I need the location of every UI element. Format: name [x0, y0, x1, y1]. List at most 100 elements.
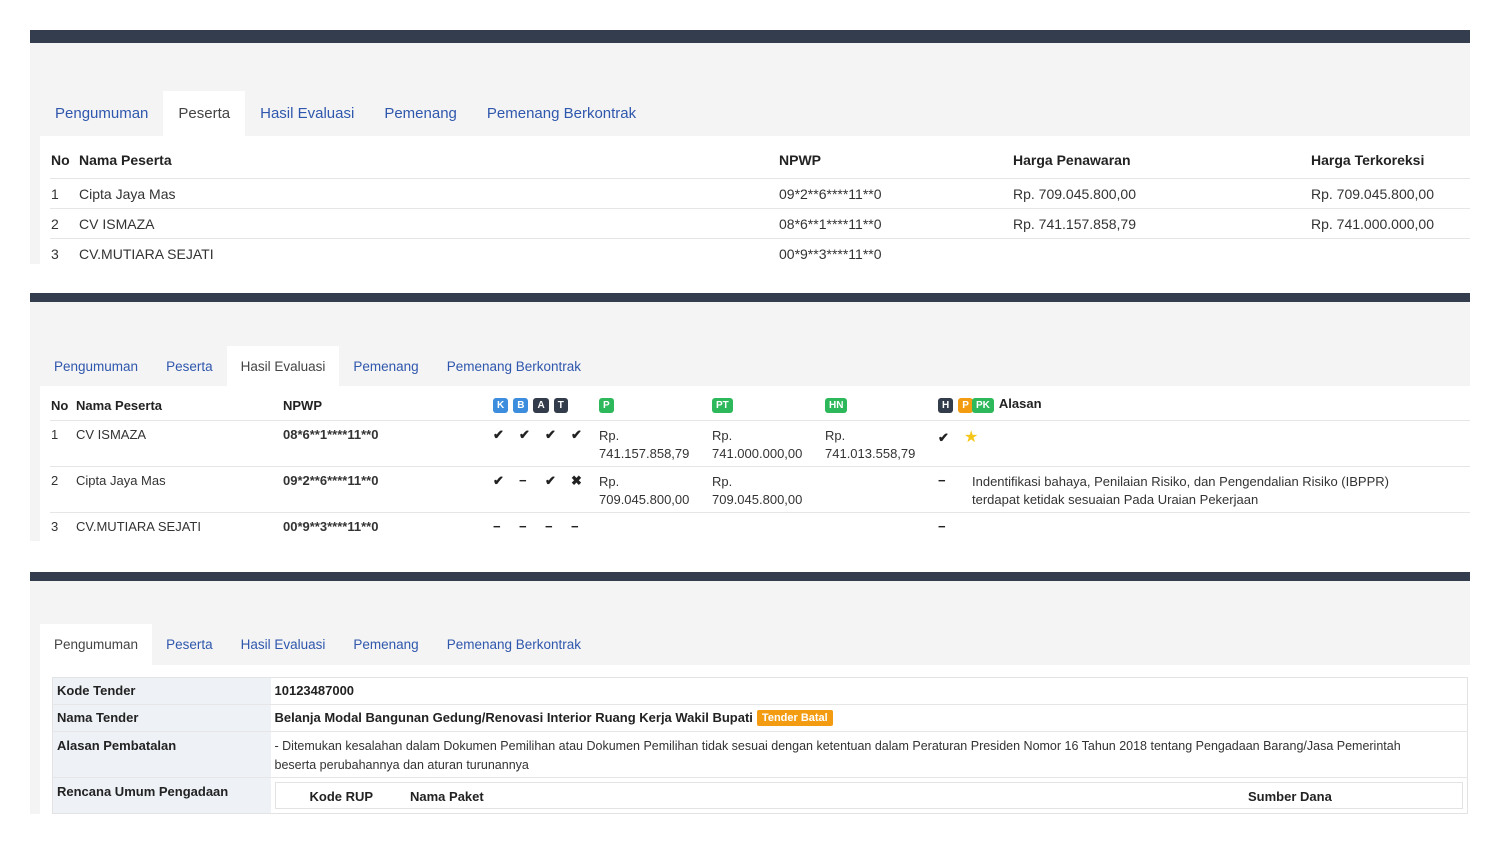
panel-header-bar	[30, 30, 1470, 43]
check-icon: ✔	[938, 429, 949, 445]
tab-pengumuman[interactable]: Pengumuman	[40, 346, 152, 386]
tab-peserta[interactable]: Peserta	[163, 91, 246, 136]
alasan-line: beserta perubahannya dan aturan turunann…	[274, 758, 529, 772]
badge-hn: HN	[825, 398, 848, 413]
col-sumber-dana: Sumber Dana	[1248, 789, 1332, 804]
tab-pemenang-berkontrak[interactable]: Pemenang Berkontrak	[433, 346, 595, 386]
cell-p: Rp. 741.157.858,79	[598, 419, 711, 466]
cell-nama: Cipta Jaya Mas	[78, 177, 778, 208]
cell-no: 2	[50, 207, 78, 238]
tab-pemenang[interactable]: Pemenang	[369, 91, 472, 136]
cell-npwp: 09*2**6****11**0	[778, 177, 1012, 208]
rp-label: Rp.	[712, 427, 733, 443]
col-no: No	[51, 398, 69, 413]
cell-pt: Rp. 741.000.000,00	[711, 419, 824, 466]
check-icon: ✔	[519, 426, 530, 442]
col-harga-penawaran: Harga Penawaran	[1013, 152, 1131, 168]
tab-peserta[interactable]: Peserta	[152, 624, 227, 665]
check-icon: ✔	[545, 426, 556, 442]
cell-npwp: 08*6**1****11**0	[282, 419, 492, 466]
col-nama-peserta: Nama Peserta	[79, 152, 172, 168]
rup-table: Kode RUP Nama Paket Sumber Dana	[274, 782, 1463, 809]
table-row: 2 Cipta Jaya Mas 09*2**6****11**0 ✔ − ✔ ✖ R…	[50, 465, 1470, 512]
cell-penawaran: Rp. 741.157.858,79	[1012, 207, 1310, 238]
cell-nama: CV ISMAZA	[75, 419, 282, 466]
alasan-line: - Ditemukan kesalahan dalam Dokumen Pemi…	[274, 739, 1401, 753]
dash-icon: −	[571, 518, 579, 534]
value-nama-tender: Belanja Modal Bangunan Gedung/Renovasi I…	[270, 704, 1468, 732]
tab-pemenang-berkontrak[interactable]: Pemenang Berkontrak	[433, 624, 595, 665]
panel-pengumuman: Pengumuman Peserta Hasil Evaluasi Pemena…	[30, 572, 1470, 814]
cell-pt	[711, 511, 824, 540]
alasan-text: Indentifikasi bahaya, Penilaian Risiko, …	[972, 473, 1389, 489]
cell-kbat: ✔ − ✔ ✖	[492, 465, 598, 512]
cell-hn: Rp. 741.013.558,79	[824, 419, 937, 466]
cell-kbat: ✔ ✔ ✔ ✔	[492, 419, 598, 466]
rp-value: 709.045.800,00	[712, 491, 803, 507]
cell-p	[598, 511, 711, 540]
table-row: 1 CV ISMAZA 08*6**1****11**0 ✔ ✔ ✔ ✔ Rp. 741…	[50, 419, 1470, 466]
cell-no: 2	[50, 465, 75, 512]
cell-nama: Cipta Jaya Mas	[75, 465, 282, 512]
table-row: 3 CV.MUTIARA SEJATI 00*9**3****11**0	[50, 237, 1470, 268]
cell-npwp: 00*9**3****11**0	[282, 511, 492, 540]
dash-icon: −	[493, 518, 501, 534]
tab-hasil-evaluasi[interactable]: Hasil Evaluasi	[226, 346, 340, 386]
col-alasan: PK Alasan	[971, 394, 1452, 420]
dash-icon: −	[519, 518, 527, 534]
value-alasan-pembatalan: - Ditemukan kesalahan dalam Dokumen Pemi…	[270, 731, 1468, 778]
check-icon: ✔	[493, 426, 504, 442]
tab-peserta[interactable]: Peserta	[152, 346, 227, 386]
tab-bar: Pengumuman Peserta Hasil Evaluasi Pemena…	[40, 624, 595, 665]
cell-npwp: 08*6**1****11**0	[778, 207, 1012, 238]
panel-hasil-evaluasi: Pengumuman Peserta Hasil Evaluasi Pemena…	[30, 293, 1470, 541]
col-npwp: NPWP	[283, 398, 322, 413]
cell-hp: ✔ ★	[937, 419, 989, 466]
cell-no: 1	[50, 177, 78, 208]
cell-penawaran: Rp. 709.045.800,00	[1012, 177, 1310, 208]
cell-no: 3	[50, 237, 78, 268]
tab-hasil-evaluasi[interactable]: Hasil Evaluasi	[227, 624, 340, 665]
rp-value: 741.000.000,00	[712, 445, 803, 461]
cell-nama: CV ISMAZA	[78, 207, 778, 238]
badge-p: P	[599, 398, 614, 413]
badge-b: B	[513, 398, 529, 413]
tab-pemenang[interactable]: Pemenang	[339, 346, 432, 386]
rp-label: Rp.	[599, 473, 620, 489]
cell-alasan	[989, 419, 1470, 466]
tab-pengumuman[interactable]: Pengumuman	[40, 91, 163, 136]
cell-nama: CV.MUTIARA SEJATI	[78, 237, 778, 268]
col-npwp: NPWP	[779, 152, 821, 168]
cell-terkoreksi: Rp. 709.045.800,00	[1310, 177, 1470, 208]
check-icon: ✔	[571, 426, 582, 442]
check-icon: ✔	[545, 472, 556, 488]
cell-npwp: 00*9**3****11**0	[778, 237, 1012, 268]
alasan-header: Alasan	[998, 396, 1042, 411]
tab-pemenang[interactable]: Pemenang	[339, 624, 432, 665]
rp-value: 741.013.558,79	[825, 445, 916, 461]
tab-pemenang-berkontrak[interactable]: Pemenang Berkontrak	[472, 91, 651, 136]
badge-k: K	[493, 398, 509, 413]
dash-icon: −	[938, 518, 946, 534]
badge-pk: PK	[972, 398, 994, 413]
tab-bar: Pengumuman Peserta Hasil Evaluasi Pemena…	[40, 91, 651, 136]
rp-label: Rp.	[712, 473, 733, 489]
rp-label: Rp.	[825, 427, 846, 443]
cell-no: 1	[50, 419, 75, 466]
table-row: 1 Cipta Jaya Mas 09*2**6****11**0 Rp. 70…	[50, 177, 1470, 208]
cell-nama: CV.MUTIARA SEJATI	[75, 511, 282, 540]
cell-hn	[824, 511, 937, 540]
check-icon: ✔	[493, 472, 504, 488]
col-no: No	[51, 152, 70, 168]
label-kode-tender: Kode Tender	[52, 677, 271, 705]
peserta-content: No Nama Peserta NPWP Harga Penawaran Har…	[40, 136, 1470, 268]
cell-hn	[824, 465, 937, 512]
cell-terkoreksi	[1310, 237, 1470, 268]
tab-hasil-evaluasi[interactable]: Hasil Evaluasi	[245, 91, 369, 136]
panel-header-bar	[30, 572, 1470, 581]
cell-no: 3	[50, 511, 75, 540]
tab-pengumuman[interactable]: Pengumuman	[40, 624, 153, 665]
label-nama-tender: Nama Tender	[52, 704, 271, 732]
table-row: 3 CV.MUTIARA SEJATI 00*9**3****11**0 − − −…	[50, 511, 1470, 540]
pengumuman-content: Kode Tender 10123487000 Nama Tender Bela…	[40, 665, 1470, 814]
